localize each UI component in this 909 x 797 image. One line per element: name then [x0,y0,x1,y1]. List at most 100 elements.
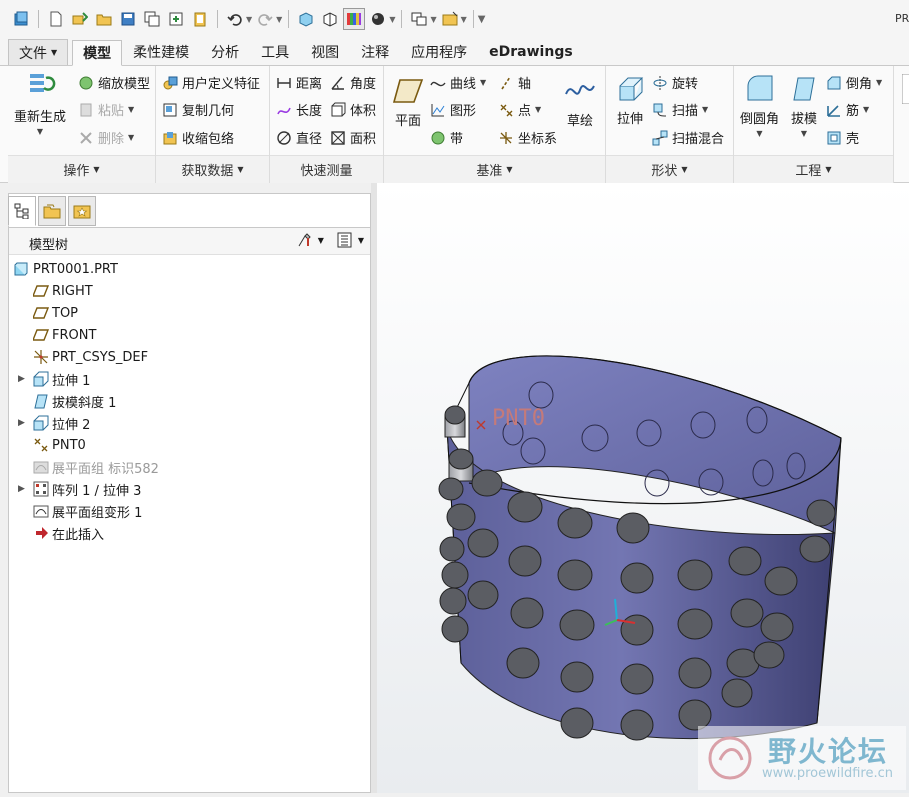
revolve-button[interactable]: 旋转 [652,73,698,92]
open-icon[interactable] [93,8,115,30]
windows-dropdown-icon[interactable]: ▼ [430,15,436,24]
scene-sphere-icon[interactable] [367,8,389,30]
draft-button[interactable]: 拔模 ▼ [788,74,820,138]
tree-node-csys[interactable]: PRT_CSYS_DEF [9,346,369,368]
tree-node-insert-here[interactable]: 在此插入 [9,522,369,544]
diameter-button[interactable]: 直径 [276,128,322,147]
regenerate-button[interactable]: 重新生成 ▼ [14,72,66,136]
windows-icon[interactable] [408,8,430,30]
group-label-get-data[interactable]: 获取数据 ▼ [156,155,269,183]
customize-qat-icon[interactable]: ▼ [478,14,486,25]
chamfer-button[interactable]: 倒角 ▼ [826,73,882,92]
shading-icon[interactable] [319,8,341,30]
sketch-icon [565,85,595,95]
tab-applications[interactable]: 应用程序 [400,39,478,65]
udf-button[interactable]: 用户定义特征 [162,73,260,92]
tab-annotate[interactable]: 注释 [350,39,400,65]
tab-flexible-modeling[interactable]: 柔性建模 [122,39,200,65]
curve-button[interactable]: 曲线 ▼ [430,73,486,92]
tab-edrawings[interactable]: eDrawings [478,39,584,65]
chevron-down-icon: ▼ [825,165,832,174]
clipboard-icon[interactable] [189,8,211,30]
tab-folder-browser[interactable] [38,196,66,226]
chevron-down-icon: ▼ [237,165,244,174]
sweep-button[interactable]: 扫描 ▼ [652,100,708,119]
angle-button[interactable]: 角度 [330,73,376,92]
pnt0-label[interactable]: PNT0 [492,406,545,431]
tree-node-root[interactable]: PRT0001.PRT [9,258,369,280]
tree-node-pattern-1[interactable]: ▶ 阵列 1 / 拉伸 3 [9,478,369,500]
axis-button[interactable]: 轴 [498,73,531,92]
tab-favorites[interactable] [68,196,96,226]
chevron-down-icon[interactable]: ▼ [358,236,364,245]
area-button[interactable]: 面积 [330,128,376,147]
graph-button[interactable]: 图形 [430,100,476,119]
ribbon-feature-button[interactable]: 带 [430,128,463,147]
tree-node-front[interactable]: FRONT [9,324,369,346]
group-label-engineering[interactable]: 工程 ▼ [734,155,893,183]
rib-button[interactable]: 筋 ▼ [826,100,869,119]
tree-node-flatten-quilt[interactable]: 展平面组 标识582 [9,456,369,478]
delete-button[interactable]: 删除 ▼ [78,128,134,147]
redo-icon[interactable] [254,8,276,30]
tree-node-extrude-2[interactable]: ▶ 拉伸 2 [9,412,369,434]
tab-model[interactable]: 模型 [72,40,123,66]
tree-node-right[interactable]: RIGHT [9,280,369,302]
save-icon[interactable] [117,8,139,30]
tree-node-extrude-1[interactable]: ▶ 拉伸 1 [9,368,369,390]
graphics-viewport[interactable]: PNT0 [377,183,909,793]
close-dropdown-icon[interactable]: ▼ [461,15,467,24]
regenerate-icon [30,74,56,92]
close-window-icon[interactable] [439,8,461,30]
new-icon[interactable] [45,8,67,30]
editing-icon[interactable] [902,74,909,104]
point-button[interactable]: 点 ▼ [498,100,541,119]
tab-model-tree[interactable] [8,196,36,226]
app-icon[interactable] [10,8,32,30]
group-engineering: 倒圆角 ▼ 拔模 ▼ 倒角 ▼ 筋 ▼ 壳 工程 ▼ [734,66,894,183]
tree-settings-icon[interactable] [296,232,314,248]
csys-button[interactable]: 坐标系 [498,128,557,147]
copy-geometry-button[interactable]: 复制几何 [162,100,234,119]
length-button[interactable]: 长度 [276,100,322,119]
scene-dropdown-icon[interactable]: ▼ [389,15,395,24]
shell-button[interactable]: 壳 [826,128,859,147]
undo-dropdown-icon[interactable]: ▼ [246,15,252,24]
swept-blend-button[interactable]: 扫描混合 [652,128,724,147]
tree-columns-icon[interactable] [336,232,354,248]
tab-view[interactable]: 视图 [300,39,350,65]
group-label-datum[interactable]: 基准 ▼ [384,155,605,183]
extrude-button[interactable]: 拉伸 [614,74,646,127]
volume-button[interactable]: 体积 [330,100,376,119]
tree-node-pnt0[interactable]: PNT0 [9,434,369,456]
tab-file[interactable]: 文件 ▼ [8,39,69,65]
tree-node-draft-1[interactable]: 拔模斜度 1 [9,390,369,412]
chevron-down-icon[interactable]: ▼ [318,236,324,245]
save-copy-icon[interactable] [141,8,163,30]
expand-arrow-icon[interactable]: ▶ [18,484,25,494]
csys-icon [500,131,512,144]
redo-dropdown-icon[interactable]: ▼ [276,15,282,24]
zoom-model-button[interactable]: 缩放模型 [78,73,150,92]
working-directory-icon[interactable] [69,8,91,30]
view-orient-icon[interactable] [295,8,317,30]
undo-icon[interactable] [224,8,246,30]
plane-button[interactable]: 平面 [392,76,424,129]
tab-analysis[interactable]: 分析 [200,39,250,65]
appearance-gallery-icon[interactable] [343,8,366,30]
round-button[interactable]: 倒圆角 ▼ [740,74,779,138]
chevron-down-icon: ▼ [128,105,135,114]
sketch-button[interactable]: 草绘 [564,76,596,129]
group-label-shapes[interactable]: 形状 ▼ [606,155,733,183]
tree-node-flatten-deform-1[interactable]: 展平面组变形 1 [9,500,369,522]
tab-tools[interactable]: 工具 [250,39,300,65]
expand-arrow-icon[interactable]: ▶ [18,418,25,428]
distance-button[interactable]: 距离 [276,73,322,92]
shrinkwrap-button[interactable]: 收缩包络 [162,128,234,147]
tree-node-top[interactable]: TOP [9,302,369,324]
expand-arrow-icon[interactable]: ▶ [18,374,25,384]
forum-logo-icon [708,736,752,780]
regenerate-icon[interactable] [165,8,187,30]
paste-button[interactable]: 粘贴 ▼ [78,100,134,119]
group-label-operations[interactable]: 操作 ▼ [8,155,155,183]
